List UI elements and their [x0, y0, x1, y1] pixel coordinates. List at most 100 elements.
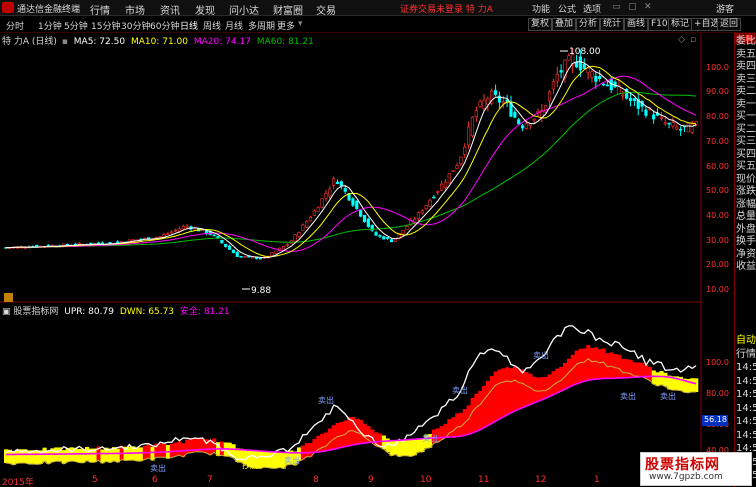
main-ytick: 90.00 — [706, 87, 729, 96]
candle-body — [328, 188, 332, 197]
quote-field-label: 现价 — [736, 173, 756, 185]
tab-15min[interactable]: 15分钟 — [91, 19, 120, 32]
quote-field-label: 买一 — [736, 111, 756, 122]
tab-more[interactable]: 更多 — [277, 19, 295, 32]
high-price-label: 108.00 — [569, 47, 601, 57]
indicator-chart[interactable]: 卖出 卖出 卖出 卖出 卖出 卖出 卖出 卖出 抄底 ▣ 股票指标网 UPR: 80.79 DW… — [0, 303, 702, 473]
tab-5min[interactable]: 5分钟 — [64, 19, 88, 32]
tab-1min[interactable]: 1分钟 — [38, 19, 62, 32]
candle-body — [601, 83, 606, 86]
watermark-url: www.7gpzb.com — [649, 472, 723, 482]
ma-legend: 特 力A (日线) ▪ MA5: 72.50 MA10: 71.00 MA20:… — [2, 34, 314, 47]
menu-shichang[interactable]: 市场 — [125, 2, 145, 17]
draw-button[interactable]: 画线 — [624, 18, 649, 31]
tab-weekly[interactable]: 周线 — [203, 19, 221, 32]
ind-ytick: 80.00 — [706, 389, 729, 398]
main-ytick: 60.00 — [706, 162, 729, 171]
indicator-bar — [266, 451, 271, 468]
mark-button[interactable]: 标记 — [668, 18, 693, 31]
login-alert[interactable]: 证券交易未登录 特 力A — [400, 2, 493, 15]
restore-icon[interactable]: ▢ — [628, 2, 637, 12]
indicator-expand-icon[interactable]: ▣ — [2, 307, 11, 317]
tab-30min[interactable]: 30分钟 — [121, 19, 150, 32]
indicator-bar — [489, 376, 494, 424]
indicator-bar — [617, 354, 622, 378]
indicator-bar — [150, 446, 155, 461]
back-button[interactable]: 返回 — [717, 18, 742, 31]
menu-jiaoyi[interactable]: 交易 — [316, 2, 336, 17]
candle-body — [679, 128, 683, 131]
kline-svg: 108.00 9.88 — [0, 33, 702, 303]
candle-body — [227, 245, 232, 250]
tab-monthly[interactable]: 月线 — [225, 19, 243, 32]
indicator-bar — [586, 345, 591, 381]
panel-toggle-icon[interactable] — [4, 293, 13, 302]
indicator-bar — [412, 439, 417, 456]
candle-body — [578, 56, 583, 71]
indicator-bar — [408, 439, 413, 457]
overlay-button[interactable]: 叠加 — [552, 18, 577, 31]
candle-body — [378, 235, 382, 237]
indicator-bar — [524, 372, 529, 406]
menu-gongshi[interactable]: 公式 — [558, 2, 576, 15]
candle-body — [459, 156, 463, 164]
candle-body — [555, 73, 559, 82]
candle-body — [517, 119, 521, 125]
tab-fenshi[interactable]: 分时 — [6, 19, 24, 32]
candle-body — [386, 237, 390, 239]
candle-body — [389, 239, 394, 243]
indicator-bar — [694, 378, 699, 393]
indicator-bar — [501, 368, 506, 417]
legend-expand-icon[interactable]: ▪ — [62, 37, 68, 47]
tab-multi-period[interactable]: 多周期 — [248, 19, 275, 32]
indicator-bar — [505, 367, 510, 415]
indicator-bar — [497, 369, 502, 420]
candle-body — [675, 126, 679, 130]
menu-hangqing[interactable]: 行情 — [90, 2, 110, 17]
candle-body — [231, 249, 236, 254]
chart-menu-icon[interactable]: ▫ — [690, 35, 696, 45]
tab-60min[interactable]: 60分钟 — [150, 19, 179, 32]
menu-xuanxiang[interactable]: 选项 — [583, 2, 601, 15]
candle-body — [628, 98, 633, 101]
candle-body — [166, 233, 170, 235]
indicator-bar — [470, 397, 475, 433]
quote-field-label: 净资 — [736, 248, 756, 260]
kline-chart[interactable]: 108.00 9.88 特 力A (日线) ▪ MA5: 72.50 MA10:… — [0, 33, 702, 303]
candle-body — [401, 229, 405, 235]
tab-daily[interactable]: 日线 — [180, 19, 198, 32]
indicator-name: 股票指标网 — [13, 307, 59, 317]
candle-body — [451, 170, 455, 172]
quote-tab[interactable]: 行情 — [736, 349, 756, 361]
stats-button[interactable]: 统计 — [600, 18, 625, 31]
period-toolbar: 分时 1分钟 5分钟 15分钟 30分钟 60分钟 日线 周线 月线 多周期 更… — [0, 17, 756, 33]
tick-time: 14:50 — [736, 402, 756, 414]
menu-wenxiaoda[interactable]: 问小达 — [229, 2, 259, 17]
menu-gongneng[interactable]: 功能 — [532, 2, 550, 15]
candle-body — [463, 146, 467, 155]
indicator-bar — [277, 452, 282, 468]
candle-body — [359, 210, 363, 217]
minimize-icon[interactable]: ▭ — [612, 2, 621, 12]
menu-zixun[interactable]: 资讯 — [160, 2, 180, 17]
indicator-bar — [404, 439, 410, 456]
indicator-bar — [539, 377, 545, 400]
indicator-bar — [115, 448, 120, 463]
indicator-bar — [690, 378, 695, 392]
candle-body — [544, 105, 548, 113]
tick-time: 14:50 — [736, 389, 756, 400]
candle-body — [501, 101, 505, 104]
ma10-legend: MA10: 71.00 — [130, 37, 188, 47]
candle-body — [652, 114, 656, 120]
menu-faxian[interactable]: 发现 — [195, 2, 215, 17]
guest-label[interactable]: 游客 — [716, 2, 734, 15]
close-icon[interactable]: ✕ — [644, 2, 652, 12]
axis-label: 5 — [92, 475, 98, 485]
more-chevron-icon[interactable]: ▾ — [298, 19, 303, 29]
fuquan-button[interactable]: 复权 — [528, 18, 553, 31]
menu-caifuquan[interactable]: 财富圈 — [273, 2, 303, 17]
chart-settings-icon[interactable]: ◇ — [678, 35, 685, 45]
analysis-button[interactable]: 分析 — [576, 18, 601, 31]
quote-tab[interactable]: 自动 — [736, 335, 756, 347]
indicator-bar — [516, 369, 521, 410]
